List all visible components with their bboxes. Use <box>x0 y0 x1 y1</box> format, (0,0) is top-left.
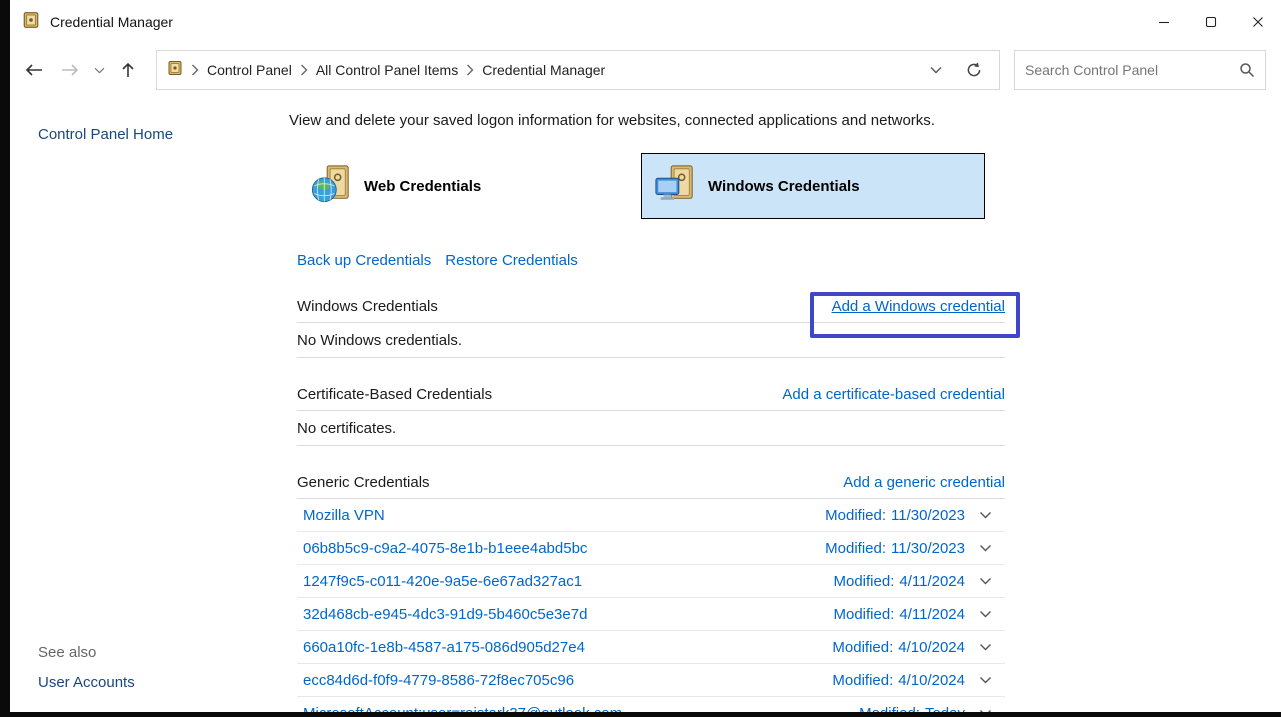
breadcrumb-location-icon <box>167 60 183 81</box>
add-generic-credential-link[interactable]: Add a generic credential <box>843 474 1005 491</box>
sidebar-item-control-panel-home[interactable]: Control Panel Home <box>38 126 173 143</box>
expand-credential-button[interactable] <box>965 544 1005 552</box>
add-windows-credential-link[interactable]: Add a Windows credential <box>832 298 1005 315</box>
windows-credentials-empty-text: No Windows credentials. <box>297 323 1005 358</box>
certificate-credentials-empty-text: No certificates. <box>297 411 1005 446</box>
credential-manager-window: Credential Manager <box>10 0 1281 712</box>
window-controls <box>1140 0 1281 44</box>
row-expand-icon <box>979 577 992 585</box>
credential-modified: Modified:4/10/2024 <box>832 639 965 656</box>
breadcrumb-item-control-panel[interactable]: Control Panel <box>207 62 292 78</box>
minimize-button[interactable] <box>1140 0 1187 44</box>
row-expand-icon <box>979 544 992 552</box>
breadcrumb-dropdown-icon <box>930 66 942 74</box>
credential-row: Mozilla VPN Modified:11/30/2023 <box>297 499 1005 532</box>
page-description: View and delete your saved logon informa… <box>289 112 1005 129</box>
breadcrumb: Control Panel All Control Panel Items Cr… <box>156 50 1000 90</box>
expand-credential-button[interactable] <box>965 577 1005 585</box>
expand-credential-button[interactable] <box>965 610 1005 618</box>
app-icon <box>22 11 40 34</box>
credential-row: 06b8b5c9-c9a2-4075-8e1b-b1eee4abd5bc Mod… <box>297 532 1005 565</box>
back-button[interactable] <box>16 51 52 89</box>
tab-windows-credentials-label: Windows Credentials <box>708 178 860 195</box>
search-input[interactable] <box>1025 62 1239 78</box>
web-credentials-icon <box>310 163 352 210</box>
tab-windows-credentials[interactable]: Windows Credentials <box>641 153 985 219</box>
row-expand-icon <box>979 610 992 618</box>
forward-icon <box>60 63 80 77</box>
credential-modified: Modified:11/30/2023 <box>825 507 965 524</box>
add-certificate-credential-link[interactable]: Add a certificate-based credential <box>782 386 1005 403</box>
credential-name-link[interactable]: 32d468cb-e945-4dc3-91d9-5b460c5e3e7d <box>303 606 834 623</box>
row-expand-icon <box>979 643 992 651</box>
breadcrumb-item-all-control-panel-items[interactable]: All Control Panel Items <box>316 62 458 78</box>
history-chevron-icon <box>94 67 105 74</box>
credential-modified: Modified:4/11/2024 <box>834 573 966 590</box>
sidebar: Control Panel Home See also User Account… <box>10 96 282 712</box>
breadcrumb-separator-icon <box>466 64 474 76</box>
breadcrumb-item-credential-manager[interactable]: Credential Manager <box>482 62 605 78</box>
tab-web-credentials[interactable]: Web Credentials <box>297 153 641 219</box>
see-also-label: See also <box>38 644 96 661</box>
backup-credentials-link[interactable]: Back up Credentials <box>297 252 431 269</box>
credential-row: 32d468cb-e945-4dc3-91d9-5b460c5e3e7d Mod… <box>297 598 1005 631</box>
row-expand-icon <box>979 709 992 712</box>
expand-credential-button[interactable] <box>965 643 1005 651</box>
main-content: View and delete your saved logon informa… <box>297 96 1005 712</box>
credential-modified: Modified:11/30/2023 <box>825 540 965 557</box>
expand-credential-button[interactable] <box>965 511 1005 519</box>
section-windows-credentials: Windows Credentials Add a Windows creden… <box>297 298 1005 323</box>
up-icon <box>121 61 135 79</box>
credential-name-link[interactable]: MicrosoftAccount:user=raistark37@outlook… <box>303 705 859 713</box>
section-title: Certificate-Based Credentials <box>297 386 492 403</box>
maximize-button[interactable] <box>1187 0 1234 44</box>
navigation-bar: Control Panel All Control Panel Items Cr… <box>10 44 1281 96</box>
expand-credential-button[interactable] <box>965 676 1005 684</box>
row-expand-icon <box>979 676 992 684</box>
breadcrumb-separator-icon <box>191 64 199 76</box>
forward-button[interactable] <box>52 51 88 89</box>
section-certificate-credentials: Certificate-Based Credentials Add a cert… <box>297 386 1005 411</box>
tab-web-credentials-label: Web Credentials <box>364 178 481 195</box>
history-dropdown-button[interactable] <box>88 51 110 89</box>
credential-modified: Modified:4/11/2024 <box>834 606 966 623</box>
credential-modified: Modified:4/10/2024 <box>832 672 965 689</box>
section-title: Windows Credentials <box>297 298 438 315</box>
expand-credential-button[interactable] <box>965 709 1005 712</box>
credential-row: 660a10fc-1e8b-4587-a175-086d905d27e4 Mod… <box>297 631 1005 664</box>
restore-credentials-link[interactable]: Restore Credentials <box>445 252 578 269</box>
breadcrumb-dropdown-button[interactable] <box>921 52 951 88</box>
search-icon[interactable] <box>1239 62 1255 78</box>
refresh-icon <box>966 62 982 78</box>
credential-name-link[interactable]: Mozilla VPN <box>303 507 825 524</box>
credential-name-link[interactable]: 660a10fc-1e8b-4587-a175-086d905d27e4 <box>303 639 832 656</box>
back-icon <box>24 63 44 77</box>
credential-modified: Modified:Today <box>859 705 965 713</box>
credential-name-link[interactable]: ecc84d6d-f0f9-4779-8586-72f8ec705c96 <box>303 672 832 689</box>
search-box <box>1014 50 1266 90</box>
window-title: Credential Manager <box>50 14 173 30</box>
credential-row: MicrosoftAccount:user=raistark37@outlook… <box>297 697 1005 712</box>
section-title: Generic Credentials <box>297 474 430 491</box>
title-bar: Credential Manager <box>10 0 1281 44</box>
breadcrumb-separator-icon <box>300 64 308 76</box>
row-expand-icon <box>979 511 992 519</box>
credential-name-link[interactable]: 1247f9c5-c011-420e-9a5e-6e67ad327ac1 <box>303 573 834 590</box>
credential-type-tabs: Web Credentials Win <box>297 153 1005 219</box>
close-button[interactable] <box>1234 0 1281 44</box>
refresh-button[interactable] <box>959 52 989 88</box>
sidebar-item-user-accounts[interactable]: User Accounts <box>38 674 135 691</box>
credential-actions: Back up Credentials Restore Credentials <box>297 252 1005 269</box>
section-generic-credentials: Generic Credentials Add a generic creden… <box>297 474 1005 499</box>
credential-row: 1247f9c5-c011-420e-9a5e-6e67ad327ac1 Mod… <box>297 565 1005 598</box>
credential-row: ecc84d6d-f0f9-4779-8586-72f8ec705c96 Mod… <box>297 664 1005 697</box>
windows-credentials-icon <box>654 163 696 210</box>
credential-name-link[interactable]: 06b8b5c9-c9a2-4075-8e1b-b1eee4abd5bc <box>303 540 825 557</box>
up-button[interactable] <box>110 51 146 89</box>
